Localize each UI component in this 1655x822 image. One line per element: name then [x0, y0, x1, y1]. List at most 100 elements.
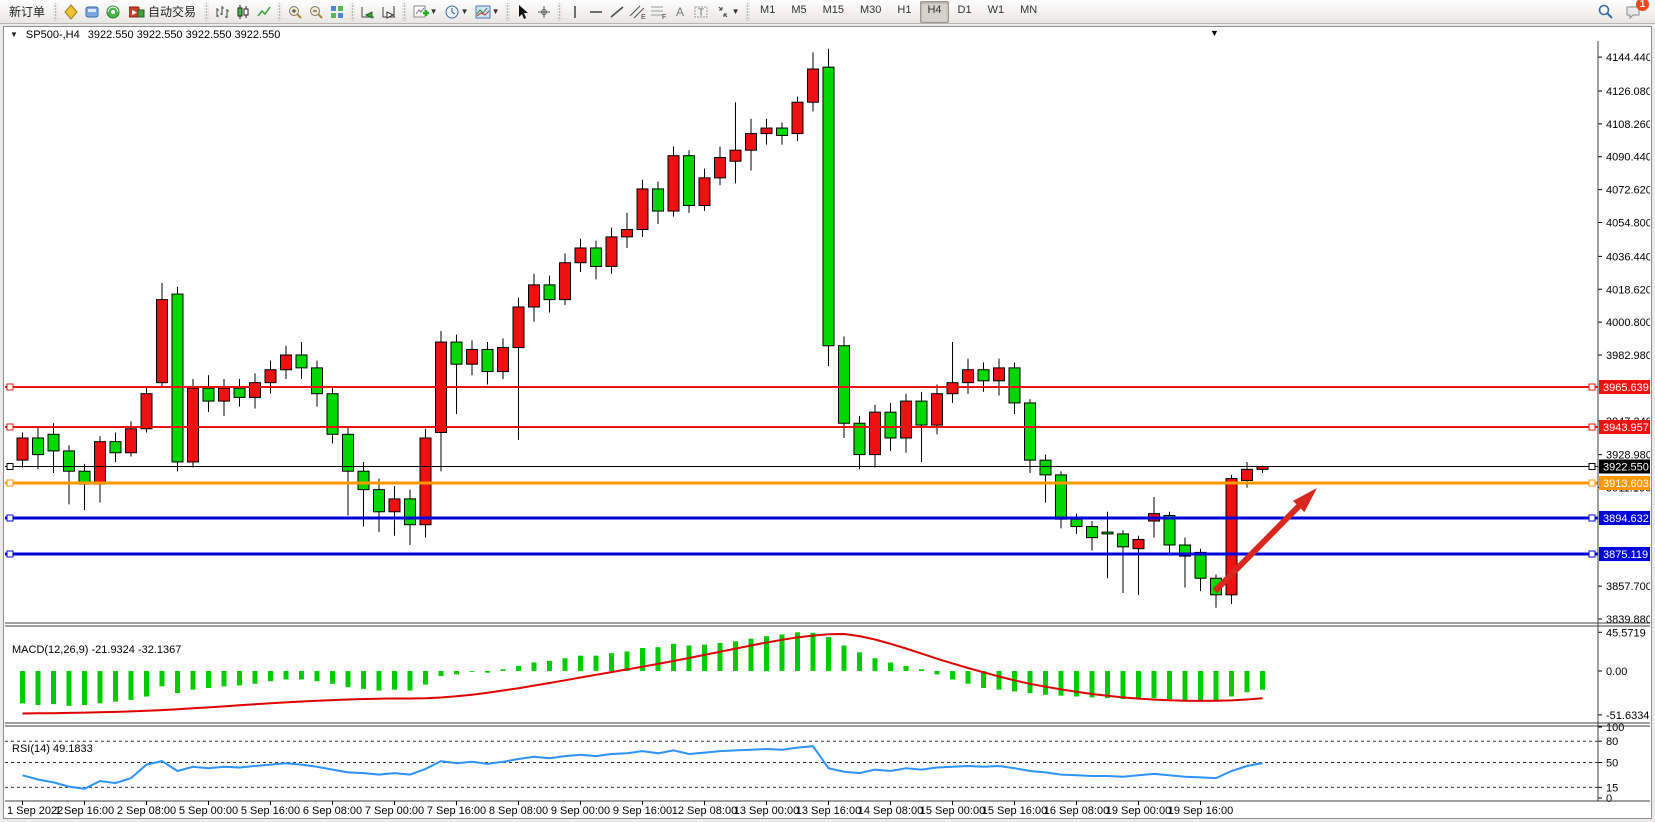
timeframe-button-h1[interactable]: H1	[890, 1, 918, 23]
horizontal-line-tool-icon[interactable]	[586, 2, 606, 22]
time-axis-label: 15 Sep 16:00	[982, 805, 1047, 817]
equidistant-channel-tool-icon[interactable]: E	[628, 2, 648, 22]
line-anchor[interactable]	[1589, 515, 1595, 521]
chart-shift-icon[interactable]	[379, 2, 399, 22]
notifications-icon[interactable]: 1	[1623, 2, 1643, 22]
candle	[1102, 532, 1113, 534]
bar-chart-icon[interactable]	[212, 2, 232, 22]
periods-menu-icon[interactable]: ▼	[441, 2, 471, 22]
rsi-axis-label: 0	[1606, 793, 1612, 805]
line-anchor[interactable]	[1589, 463, 1595, 469]
arrows-menu-icon[interactable]: ▼	[712, 2, 742, 22]
candle	[467, 349, 478, 364]
price-line[interactable]	[5, 463, 1598, 469]
timeframe-button-m1[interactable]: M1	[753, 1, 782, 23]
timeframe-button-mn[interactable]: MN	[1013, 1, 1044, 23]
macd-bar	[671, 644, 676, 671]
indicators-menu-icon[interactable]: ▼	[410, 2, 440, 22]
macd-bar	[904, 666, 909, 671]
symbol-dropdown-icon[interactable]: ▼	[10, 30, 18, 39]
line-anchor[interactable]	[7, 384, 13, 390]
price-line[interactable]	[5, 424, 1598, 430]
time-axis-label: 1 Sep 16:00	[55, 805, 114, 817]
autotrading-button[interactable]: 自动交易	[124, 0, 201, 24]
toolbar-separator	[277, 3, 282, 21]
zoom-out-icon[interactable]	[306, 2, 326, 22]
candle	[110, 442, 121, 453]
candle	[622, 230, 633, 237]
timeframe-button-m30[interactable]: M30	[853, 1, 888, 23]
price-badge: 3894.632	[1599, 511, 1650, 525]
candle	[575, 248, 586, 263]
macd-bar	[20, 671, 25, 703]
tile-windows-icon[interactable]	[327, 2, 347, 22]
vertical-line-tool-icon[interactable]	[565, 2, 585, 22]
macd-bar	[935, 671, 940, 674]
line-anchor[interactable]	[1589, 424, 1595, 430]
macd-bar	[222, 671, 227, 686]
toolbar-separator	[204, 3, 209, 21]
auto-scroll-icon[interactable]	[358, 2, 378, 22]
time-axis-label: 16 Sep 08:00	[1044, 805, 1109, 817]
macd-bar	[950, 671, 955, 680]
line-anchor[interactable]	[7, 463, 13, 469]
macd-bar	[516, 666, 521, 671]
macd-bar	[51, 671, 56, 704]
fibonacci-tool-icon[interactable]: F	[649, 2, 669, 22]
candle	[327, 394, 338, 435]
timeframe-button-w1[interactable]: W1	[981, 1, 1012, 23]
timeframe-button-d1[interactable]: D1	[951, 1, 979, 23]
time-axis-label: 13 Sep 16:00	[796, 805, 861, 817]
macd-axis-label: 45.5719	[1606, 627, 1646, 639]
rsi-line	[23, 746, 1263, 789]
scroll-to-end-icon[interactable]: ▼	[1210, 28, 1219, 38]
text-label-tool-icon[interactable]: T	[691, 2, 711, 22]
line-anchor[interactable]	[1589, 384, 1595, 390]
macd-axis-label: -51.6334	[1606, 710, 1649, 722]
macd-bar	[284, 671, 289, 680]
rsi-pane: 1008050150	[5, 722, 1624, 805]
cursor-tool-icon[interactable]	[513, 2, 533, 22]
signal-icon[interactable]	[103, 2, 123, 22]
time-axis-label: 6 Sep 08:00	[303, 805, 362, 817]
templates-menu-icon[interactable]: ▼	[472, 2, 502, 22]
macd-bar	[330, 671, 335, 684]
text-tool-icon[interactable]: A	[670, 2, 690, 22]
new-order-button[interactable]: 新订单	[4, 0, 50, 24]
timeframe-button-m15[interactable]: M15	[816, 1, 851, 23]
candle	[405, 499, 416, 525]
candles-layer	[17, 49, 1268, 608]
candle	[839, 346, 850, 423]
timeframe-toolbar: M1M5M15M30H1H4D1W1MN	[753, 1, 1044, 23]
crosshair-tool-icon[interactable]	[534, 2, 554, 22]
search-icon[interactable]	[1595, 2, 1615, 22]
line-anchor[interactable]	[7, 551, 13, 557]
candle	[1071, 519, 1082, 526]
market-watch-icon[interactable]	[82, 2, 102, 22]
line-anchor[interactable]	[7, 480, 13, 486]
candle	[1118, 534, 1129, 547]
line-chart-icon[interactable]	[254, 2, 274, 22]
timeframe-button-h4[interactable]: H4	[920, 1, 948, 23]
macd-bar	[253, 671, 258, 684]
timeframe-button-m5[interactable]: M5	[784, 1, 813, 23]
price-line[interactable]	[5, 480, 1598, 486]
line-anchor[interactable]	[7, 515, 13, 521]
candlestick-chart-icon[interactable]	[233, 2, 253, 22]
price-line[interactable]	[5, 551, 1598, 557]
chart-canvas[interactable]: 4144.4404126.0804108.2604090.4404072.620…	[5, 41, 1650, 818]
macd-bar	[1043, 671, 1048, 695]
macd-bar	[811, 633, 816, 671]
line-anchor[interactable]	[1589, 551, 1595, 557]
macd-bar	[454, 671, 459, 674]
line-anchor[interactable]	[1589, 480, 1595, 486]
time-axis-label: 14 Sep 08:00	[858, 805, 923, 817]
price-tick-label: 4036.440	[1606, 251, 1650, 263]
price-line[interactable]	[5, 515, 1598, 521]
macd-bar	[1136, 671, 1141, 699]
candle	[653, 189, 664, 211]
line-anchor[interactable]	[7, 424, 13, 430]
zoom-in-icon[interactable]	[285, 2, 305, 22]
trendline-tool-icon[interactable]	[607, 2, 627, 22]
mql-market-icon[interactable]	[61, 2, 81, 22]
